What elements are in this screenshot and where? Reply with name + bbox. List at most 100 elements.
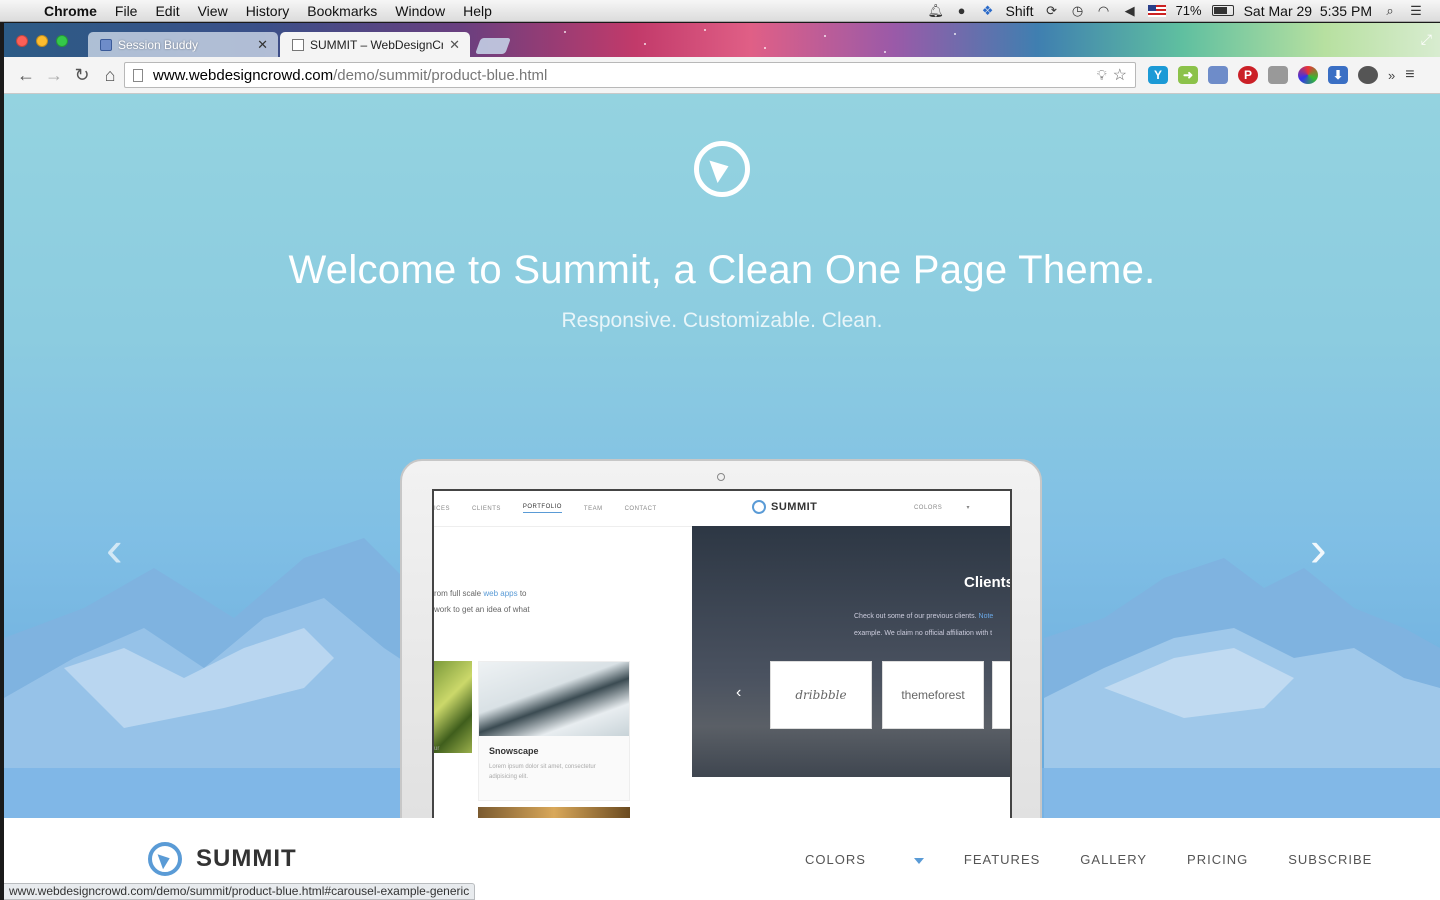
mockup-nav-item: PORTFOLIO (522, 504, 562, 513)
mockup-nav-item: TEAM (583, 505, 603, 512)
site-menu: COLORS FEATURES GALLERY PRICING SUBSCRIB… (805, 852, 1412, 867)
notification-bell-icon[interactable]: 🔔︎ (928, 3, 945, 18)
reload-icon[interactable]: ↻ (68, 65, 96, 86)
tab-title: Session Buddy (118, 37, 199, 52)
mockup-clients-text-line: Check out some of our previous clients. (854, 613, 979, 620)
tab-session-buddy[interactable]: Session Buddy ✕ (88, 32, 278, 57)
mockup-nav: ICES CLIENTS PORTFOLIO TEAM CONTACT SUMM… (434, 491, 1010, 527)
volume-icon[interactable]: ◀ (1122, 3, 1138, 18)
macos-menubar: Chrome File Edit View History Bookmarks … (0, 0, 1440, 22)
time-machine-icon[interactable]: ◷ (1070, 3, 1086, 18)
chrome-menu-icon[interactable]: ≡ (1405, 66, 1414, 84)
mockup-carousel-prev-icon: ‹ (736, 684, 742, 701)
mockup-intro-link: web apps (483, 589, 518, 598)
mockup-card-text-line: Lorem ipsum dolor sit amet, consectetur (489, 764, 596, 770)
client-logo-dribbble: dribbble (770, 661, 872, 729)
menu-app-chrome[interactable]: Chrome (40, 3, 106, 19)
close-tab-icon[interactable]: ✕ (449, 37, 460, 53)
mockup-brand-text: SUMMIT (771, 501, 818, 513)
menu-file[interactable]: File (106, 3, 147, 19)
new-tab-button[interactable] (475, 38, 511, 54)
mockup-clients-section: Clients Check out some of our previous c… (692, 526, 1010, 777)
menu-edit[interactable]: Edit (146, 3, 188, 19)
summit-logo-icon (694, 141, 750, 197)
menubar-clock[interactable]: Sat Mar 29 5:35 PM (1244, 3, 1372, 19)
mockup-intro-text: to (517, 589, 527, 598)
url-path: /demo/summit/product-blue.html (333, 66, 548, 84)
pinterest-icon[interactable]: P (1238, 66, 1258, 84)
keyboard-mode-label[interactable]: Shift (1006, 3, 1034, 19)
client-logo-themeforest: themeforest (882, 661, 984, 729)
hero-subtitle: Responsive. Customizable. Clean. (561, 309, 883, 332)
mockup-card-text-line: adipisicing elit. (489, 774, 529, 780)
mockup-clients-link: Note (978, 613, 994, 620)
zoom-window-button[interactable] (56, 35, 68, 47)
mockup-colors: COLORS ▾ (913, 505, 970, 511)
dropbox-icon[interactable]: ❖ (980, 3, 996, 18)
clock-icon[interactable] (1358, 66, 1378, 84)
mockup-logo-icon (752, 500, 766, 514)
extension-color-icon[interactable] (1298, 66, 1318, 84)
browser-toolbar: ← → ↻ ⌂ www.webdesigncrowd.com /demo/sum… (4, 57, 1440, 94)
camera-icon (717, 473, 725, 481)
laptop-mockup: ICES CLIENTS PORTFOLIO TEAM CONTACT SUMM… (400, 459, 1042, 839)
menu-view[interactable]: View (189, 3, 237, 19)
document-icon (292, 38, 304, 51)
download-icon[interactable]: ⬇ (1328, 66, 1348, 84)
extensions-overflow-icon[interactable]: » (1388, 68, 1395, 83)
client-logo-partial (992, 661, 1010, 729)
mockup-intro-text: rom full scale (434, 589, 484, 598)
extension-session-icon[interactable] (1208, 66, 1228, 84)
mockup-colors-label: COLORS (913, 505, 943, 511)
extension-badge-icon[interactable] (1268, 66, 1288, 84)
carousel-prev-icon[interactable]: ‹ (106, 524, 123, 574)
nav-subscribe[interactable]: SUBSCRIBE (1288, 852, 1372, 867)
url-host: www.webdesigncrowd.com (153, 66, 334, 84)
forward-icon[interactable]: → (40, 65, 68, 86)
bookmark-star-icon[interactable]: 💡︎ ☆ (1097, 65, 1127, 85)
mockup-side-label: ur (434, 746, 440, 752)
home-icon[interactable]: ⌂ (96, 65, 124, 86)
mockup-card-image (479, 662, 629, 736)
us-flag-input-icon[interactable] (1147, 4, 1166, 17)
wifi-icon[interactable]: ◠ (1096, 3, 1112, 18)
close-tab-icon[interactable]: ✕ (257, 37, 268, 53)
address-bar[interactable]: www.webdesigncrowd.com /demo/summit/prod… (124, 62, 1136, 88)
notification-center-icon[interactable]: ☰ (1408, 3, 1424, 18)
menu-window[interactable]: Window (386, 3, 454, 19)
tab-summit[interactable]: SUMMIT – WebDesignCrow ✕ (280, 32, 470, 57)
sync-icon[interactable]: ⟳ (1044, 3, 1060, 18)
mockup-clients-text: Check out some of our previous clients. … (854, 608, 993, 642)
close-window-button[interactable] (16, 35, 28, 47)
fullscreen-icon[interactable]: ⤢ (1421, 31, 1432, 48)
mockup-card-text: Lorem ipsum dolor sit amet, consectetur a… (489, 762, 619, 782)
mockup-thumbnail (434, 661, 472, 753)
nav-colors[interactable]: COLORS (805, 852, 924, 867)
carousel-next-icon[interactable]: › (1310, 524, 1327, 574)
site-brand: SUMMIT (196, 845, 297, 872)
extension-arrow-icon[interactable]: ➜ (1178, 66, 1198, 84)
minimize-window-button[interactable] (36, 35, 48, 47)
nav-features[interactable]: FEATURES (964, 852, 1040, 867)
extension-y-icon[interactable]: Y (1148, 66, 1168, 84)
tab-strip: Session Buddy ✕ SUMMIT – WebDesignCrow ✕… (4, 23, 1440, 57)
battery-percent[interactable]: 71% (1176, 3, 1202, 18)
summit-logo-icon (148, 842, 182, 876)
hat-icon[interactable]: ● (954, 3, 970, 18)
menu-help[interactable]: Help (454, 3, 501, 19)
menu-history[interactable]: History (237, 3, 299, 19)
hero-title: Welcome to Summit, a Clean One Page Them… (288, 248, 1156, 292)
session-buddy-icon (100, 38, 112, 51)
lightbulb-icon[interactable]: 💡︎ (1097, 67, 1107, 83)
nav-gallery[interactable]: GALLERY (1080, 852, 1147, 867)
site-logo[interactable]: SUMMIT (148, 842, 297, 876)
mockup-brand: SUMMIT (752, 500, 839, 514)
mockup-nav-item: CONTACT (624, 505, 657, 512)
mockup-intro-text: work to get an idea of what (434, 605, 530, 614)
spotlight-search-icon[interactable]: ⌕ (1382, 3, 1398, 18)
menu-bookmarks[interactable]: Bookmarks (298, 3, 386, 19)
battery-icon[interactable] (1211, 5, 1234, 16)
mockup-nav-item: CLIENTS (472, 505, 501, 512)
nav-pricing[interactable]: PRICING (1187, 852, 1248, 867)
back-icon[interactable]: ← (12, 65, 40, 86)
